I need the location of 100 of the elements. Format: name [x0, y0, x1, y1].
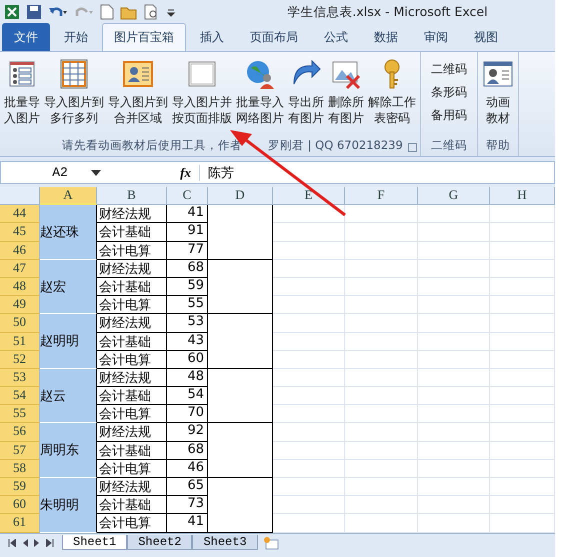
row-header[interactable]: 60 [0, 496, 40, 514]
next-sheet-icon[interactable] [34, 538, 40, 547]
empty-cell [418, 496, 490, 514]
row-header[interactable]: 58 [0, 460, 40, 478]
subject-cell: 会计电算 [97, 405, 167, 424]
name-box[interactable]: A2 [1, 162, 119, 183]
empty-cell [490, 460, 555, 478]
empty-cell [490, 314, 555, 332]
empty-cell [418, 478, 490, 496]
row-header[interactable]: 44 [0, 205, 40, 224]
ribbon-button[interactable]: 解除工作 表密码 [366, 56, 418, 138]
score-cell: 48 [167, 368, 208, 388]
formula-field[interactable]: 陈芳 [200, 164, 234, 182]
insert-function-button[interactable]: fx [161, 164, 200, 180]
empty-cell [418, 423, 490, 442]
first-sheet-icon[interactable] [8, 538, 16, 547]
subject-cell: 会计基础 [97, 442, 167, 460]
ribbon-tab[interactable]: 审阅 [412, 23, 460, 51]
row-header[interactable]: 57 [0, 442, 40, 460]
row-header[interactable]: 52 [0, 350, 40, 369]
save-icon[interactable] [26, 4, 42, 20]
empty-cell [418, 460, 490, 478]
ribbon-tab[interactable]: 图片百宝箱 [102, 23, 186, 51]
column-header[interactable]: B [97, 187, 167, 206]
window-title: 学生信息表.xlsx - Microsoft Excel [286, 4, 488, 20]
score-cell: 91 [167, 223, 208, 242]
row-header[interactable]: 56 [0, 423, 40, 442]
ribbon-button[interactable]: 批量导 入图片 [2, 56, 42, 138]
subject-cell: 会计基础 [97, 223, 167, 242]
ribbon-button[interactable]: 导入图片到 多行多列 [42, 56, 106, 138]
column-header[interactable]: F [345, 187, 418, 206]
ribbon-button[interactable]: 导入图片并 按页面排版 [170, 56, 234, 138]
row-header[interactable]: 47 [0, 260, 40, 278]
row-header[interactable]: 59 [0, 478, 40, 496]
previous-sheet-icon[interactable] [22, 538, 28, 547]
subject-cell: 会计电算 [97, 242, 167, 260]
row-header[interactable]: 50 [0, 314, 40, 332]
ribbon-tab[interactable]: 视图 [462, 23, 510, 51]
row-header[interactable]: 46 [0, 242, 40, 260]
column-header[interactable]: E [273, 187, 345, 206]
ribbon-button[interactable]: 导入图片到 合并区域 [106, 56, 170, 138]
dialog-launcher-icon[interactable] [408, 143, 417, 152]
row-header[interactable]: 51 [0, 332, 40, 351]
ribbon-tab[interactable]: 插入 [188, 23, 236, 51]
globe-person-icon [244, 58, 276, 90]
group-label: 请先看动画教材后使用工具，作者 [62, 138, 242, 154]
empty-cell [490, 278, 555, 296]
dropdown-arrow-icon[interactable] [91, 170, 101, 176]
score-cell: 77 [167, 242, 208, 260]
empty-cell [490, 423, 555, 442]
empty-cell [208, 368, 273, 424]
sheet-tab[interactable]: Sheet2 [127, 534, 192, 550]
ribbon-button[interactable]: 批量导入 网络图片 [234, 56, 286, 138]
ribbon-button[interactable]: 备用码 [423, 104, 475, 127]
ribbon-button[interactable]: 删除所 有图片 [326, 56, 366, 138]
score-cell: 54 [167, 387, 208, 406]
ribbon-button[interactable]: 条形码 [423, 81, 475, 104]
column-header[interactable]: C [167, 187, 208, 206]
ribbon-tab[interactable]: 文件 [2, 23, 50, 51]
row-header[interactable]: 53 [0, 368, 40, 388]
empty-cell [273, 332, 345, 351]
empty-cell [208, 260, 273, 314]
column-header[interactable]: G [418, 187, 490, 206]
sheet-tab[interactable]: Sheet1 [62, 534, 128, 550]
empty-cell [273, 314, 345, 332]
empty-cell [418, 442, 490, 460]
subject-cell: 会计电算 [97, 350, 167, 369]
ribbon-tab[interactable]: 开始 [52, 23, 100, 51]
sheet-tab[interactable]: Sheet3 [192, 534, 258, 550]
empty-cell [273, 460, 345, 478]
empty-cell [418, 314, 490, 332]
empty-cell [490, 296, 555, 314]
row-header[interactable]: 61 [0, 514, 40, 533]
ribbon-button[interactable]: 动画 教材 [480, 56, 516, 138]
ribbon-tab[interactable]: 公式 [312, 23, 360, 51]
empty-cell [273, 442, 345, 460]
empty-cell [273, 387, 345, 406]
empty-cell [273, 205, 345, 224]
column-header[interactable]: A [40, 187, 97, 206]
name-cell: 赵宏 [40, 260, 97, 314]
last-sheet-icon[interactable] [46, 538, 54, 547]
row-header[interactable]: 48 [0, 278, 40, 296]
ribbon-tab[interactable]: 页面布局 [238, 23, 310, 51]
empty-cell [418, 260, 490, 278]
row-header[interactable]: 55 [0, 405, 40, 424]
ribbon-button[interactable]: 二维码 [423, 58, 475, 81]
empty-cell [490, 205, 555, 224]
column-header[interactable]: D [208, 187, 273, 206]
new-document-icon[interactable] [100, 4, 114, 20]
empty-cell [208, 314, 273, 369]
ribbon-tab[interactable]: 数据 [362, 23, 410, 51]
row-header[interactable]: 54 [0, 387, 40, 406]
row-header[interactable]: 49 [0, 296, 40, 314]
group-label: 帮助 [485, 138, 511, 154]
subject-cell: 财经法规 [97, 205, 167, 224]
ribbon-button[interactable]: 导出所 有图片 [286, 56, 326, 138]
row-header[interactable]: 45 [0, 223, 40, 242]
empty-cell [490, 368, 555, 388]
subject-cell: 财经法规 [97, 260, 167, 278]
column-header[interactable]: H [490, 187, 555, 206]
